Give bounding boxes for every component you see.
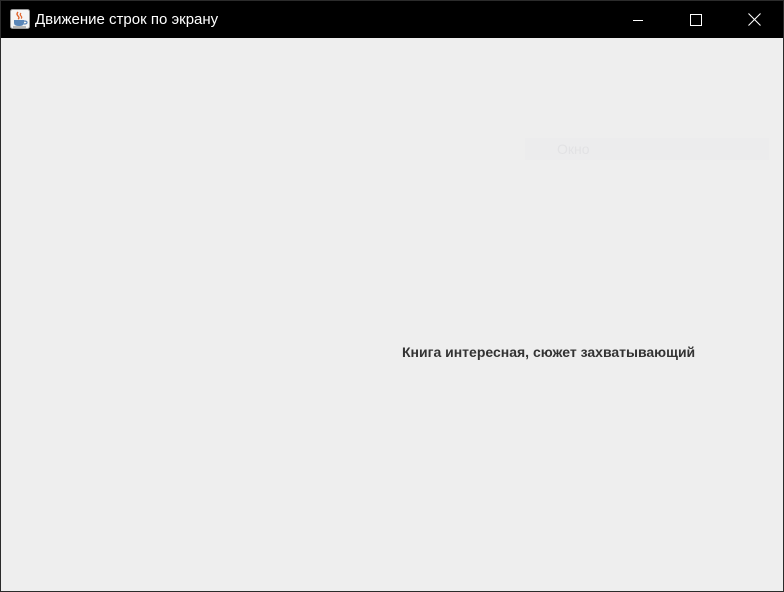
minimize-button[interactable] bbox=[609, 1, 667, 38]
maximize-button[interactable] bbox=[667, 1, 725, 38]
java-cup-icon[interactable] bbox=[10, 9, 30, 29]
minimize-icon bbox=[632, 14, 644, 26]
close-icon bbox=[747, 13, 761, 26]
content-area: Окно Книга интересная, сюжет захватывающ… bbox=[1, 38, 783, 591]
close-button[interactable] bbox=[725, 1, 783, 38]
app-window: Движение строк по экрану Окно Книга инте… bbox=[0, 0, 784, 592]
moving-text-line: Книга интересная, сюжет захватывающий bbox=[402, 344, 696, 360]
maximize-icon bbox=[690, 13, 702, 26]
window-title: Движение строк по экрану bbox=[35, 11, 219, 28]
faded-label: Окно bbox=[525, 138, 769, 160]
title-bar[interactable]: Движение строк по экрану bbox=[1, 1, 783, 38]
